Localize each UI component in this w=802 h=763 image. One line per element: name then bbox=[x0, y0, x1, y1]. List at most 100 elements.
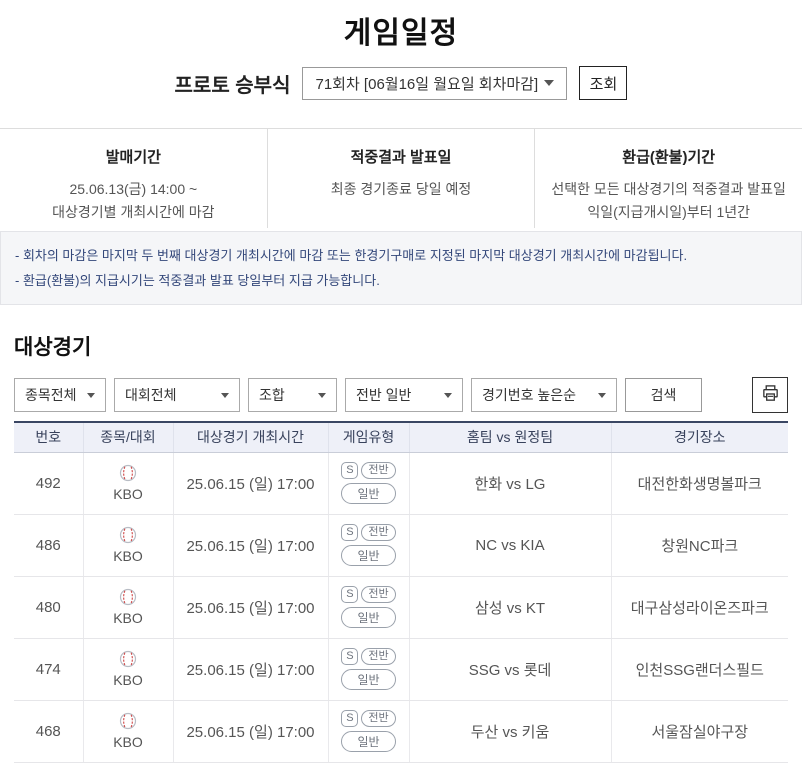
note-line: - 환급(환불)의 지급시기는 적중결과 발표 당일부터 지급 가능합니다. bbox=[15, 273, 380, 288]
league-label: KBO bbox=[113, 548, 143, 564]
venue: 대전한화생명볼파크 bbox=[611, 452, 788, 515]
table-row: 492 KBO 25.06.15 (일) 17:00 S 전반 일반 한화 vs… bbox=[14, 452, 788, 515]
venue: 창원NC파크 bbox=[611, 514, 788, 577]
league-cell: KBO bbox=[84, 650, 173, 688]
badge-normal: 일반 bbox=[341, 731, 396, 752]
chevron-down-icon bbox=[221, 392, 229, 398]
sort-order-value: 경기번호 높은순 bbox=[482, 387, 577, 403]
game-type-label: 프로토 승부식 bbox=[174, 74, 291, 97]
info-title: 발매기간 bbox=[105, 149, 161, 166]
game-time: 25.06.15 (일) 17:00 bbox=[173, 576, 329, 639]
print-button[interactable] bbox=[752, 377, 788, 413]
col-header-number: 번호 bbox=[14, 422, 84, 453]
note-line: - 회차의 마감은 마지막 두 번째 대상경기 개최시간에 마감 또는 한경기구… bbox=[15, 248, 688, 263]
badge-first-half: 전반 bbox=[361, 648, 396, 665]
match-teams: 두산 vs 키움 bbox=[409, 700, 612, 763]
game-time: 25.06.15 (일) 17:00 bbox=[173, 638, 329, 701]
game-type-badges: S 전반 일반 bbox=[329, 586, 409, 628]
notes-box: - 회차의 마감은 마지막 두 번째 대상경기 개최시간에 마감 또는 한경기구… bbox=[0, 231, 802, 305]
col-header-game-type: 게임유형 bbox=[328, 422, 410, 453]
page-title: 게임일정 bbox=[343, 17, 459, 50]
info-line: 최종 경기종료 당일 예정 bbox=[330, 181, 472, 197]
chevron-down-icon bbox=[544, 80, 555, 86]
badge-normal: 일반 bbox=[341, 545, 396, 566]
round-select-value: 71회차 [06월16일 월요일 회차마감] bbox=[315, 75, 539, 93]
inquiry-button[interactable]: 조회 bbox=[579, 66, 628, 100]
game-type-badges: S 전반 일반 bbox=[329, 648, 409, 690]
info-line: 선택한 모든 대상경기의 적중결과 발표일 bbox=[551, 181, 786, 197]
badge-s: S bbox=[341, 462, 359, 479]
section-title: 대상경기 bbox=[14, 336, 92, 359]
baseball-icon bbox=[119, 588, 137, 609]
badge-normal: 일반 bbox=[341, 483, 396, 504]
table-row: 486 KBO 25.06.15 (일) 17:00 S 전반 일반 NC vs… bbox=[14, 514, 788, 577]
info-col-sale-period: 발매기간 25.06.13(금) 14:00 ~ 대상경기별 개최시간에 마감 bbox=[0, 129, 267, 228]
info-line: 25.06.13(금) 14:00 ~ bbox=[69, 181, 198, 197]
sort-order-select[interactable]: 경기번호 높은순 bbox=[471, 378, 617, 412]
baseball-icon bbox=[119, 650, 137, 671]
game-time: 25.06.15 (일) 17:00 bbox=[173, 452, 329, 515]
chevron-down-icon bbox=[87, 392, 95, 398]
badge-first-half: 전반 bbox=[361, 710, 396, 727]
league-label: KBO bbox=[113, 486, 143, 502]
half-type-filter-select[interactable]: 전반 일반 bbox=[345, 378, 463, 412]
baseball-icon bbox=[119, 526, 137, 547]
match-teams: NC vs KIA bbox=[409, 514, 612, 577]
badge-normal: 일반 bbox=[341, 669, 396, 690]
league-cell: KBO bbox=[84, 588, 173, 626]
match-teams: 한화 vs LG bbox=[409, 452, 612, 515]
badge-first-half: 전반 bbox=[361, 524, 396, 541]
game-number: 480 bbox=[14, 576, 84, 639]
info-title: 환급(환불)기간 bbox=[622, 149, 716, 166]
league-cell: KBO bbox=[84, 712, 173, 750]
chevron-down-icon bbox=[318, 392, 326, 398]
badge-first-half: 전반 bbox=[361, 586, 396, 603]
half-type-filter-value: 전반 일반 bbox=[356, 387, 412, 403]
game-time: 25.06.15 (일) 17:00 bbox=[173, 700, 329, 763]
round-select[interactable]: 71회차 [06월16일 월요일 회차마감] bbox=[302, 66, 568, 100]
league-label: KBO bbox=[113, 672, 143, 688]
league-label: KBO bbox=[113, 610, 143, 626]
baseball-icon bbox=[119, 712, 137, 733]
game-time: 25.06.15 (일) 17:00 bbox=[173, 514, 329, 577]
venue: 인천SSG랜더스필드 bbox=[611, 638, 788, 701]
league-filter-select[interactable]: 대회전체 bbox=[114, 378, 240, 412]
game-type-badges: S 전반 일반 bbox=[329, 524, 409, 566]
search-button[interactable]: 검색 bbox=[625, 378, 702, 412]
sport-filter-value: 종목전체 bbox=[25, 387, 77, 403]
sport-filter-select[interactable]: 종목전체 bbox=[14, 378, 106, 412]
badge-s: S bbox=[341, 648, 359, 665]
info-strip: 발매기간 25.06.13(금) 14:00 ~ 대상경기별 개최시간에 마감 … bbox=[0, 128, 802, 228]
table-row: 480 KBO 25.06.15 (일) 17:00 S 전반 일반 삼성 vs… bbox=[14, 576, 788, 639]
filter-bar: 종목전체 대회전체 조합 전반 일반 경기번호 높은순 검색 bbox=[14, 377, 788, 413]
combination-filter-select[interactable]: 조합 bbox=[248, 378, 337, 412]
info-line: 익일(지급개시일)부터 1년간 bbox=[587, 204, 751, 220]
info-col-result-date: 적중결과 발표일 최종 경기종료 당일 예정 bbox=[266, 129, 535, 228]
league-label: KBO bbox=[113, 734, 143, 750]
match-teams: 삼성 vs KT bbox=[409, 576, 612, 639]
table-body: 492 KBO 25.06.15 (일) 17:00 S 전반 일반 한화 vs… bbox=[14, 452, 788, 763]
chevron-down-icon bbox=[444, 392, 452, 398]
badge-s: S bbox=[341, 586, 359, 603]
col-header-sport: 종목/대회 bbox=[83, 422, 174, 453]
table-row: 468 KBO 25.06.15 (일) 17:00 S 전반 일반 두산 vs… bbox=[14, 700, 788, 763]
round-selector-bar: 프로토 승부식 71회차 [06월16일 월요일 회차마감] 조회 bbox=[0, 66, 802, 100]
venue: 서울잠실야구장 bbox=[611, 700, 788, 763]
info-col-refund-period: 환급(환불)기간 선택한 모든 대상경기의 적중결과 발표일 익일(지급개시일)… bbox=[534, 129, 802, 228]
baseball-icon bbox=[119, 464, 137, 485]
league-filter-value: 대회전체 bbox=[125, 387, 177, 403]
games-table: 번호 종목/대회 대상경기 개최시간 게임유형 홈팀 vs 원정팀 경기장소 4… bbox=[14, 421, 788, 763]
combination-filter-value: 조합 bbox=[259, 387, 285, 403]
badge-normal: 일반 bbox=[341, 607, 396, 628]
printer-icon bbox=[761, 384, 780, 406]
info-title: 적중결과 발표일 bbox=[350, 149, 452, 166]
league-cell: KBO bbox=[84, 464, 173, 502]
badge-first-half: 전반 bbox=[361, 462, 396, 479]
table-row: 474 KBO 25.06.15 (일) 17:00 S 전반 일반 SSG v… bbox=[14, 638, 788, 701]
badge-s: S bbox=[341, 710, 359, 727]
game-type-badges: S 전반 일반 bbox=[329, 462, 409, 504]
badge-s: S bbox=[341, 524, 359, 541]
col-header-time: 대상경기 개최시간 bbox=[173, 422, 329, 453]
match-teams: SSG vs 롯데 bbox=[409, 638, 612, 701]
col-header-teams: 홈팀 vs 원정팀 bbox=[409, 422, 612, 453]
